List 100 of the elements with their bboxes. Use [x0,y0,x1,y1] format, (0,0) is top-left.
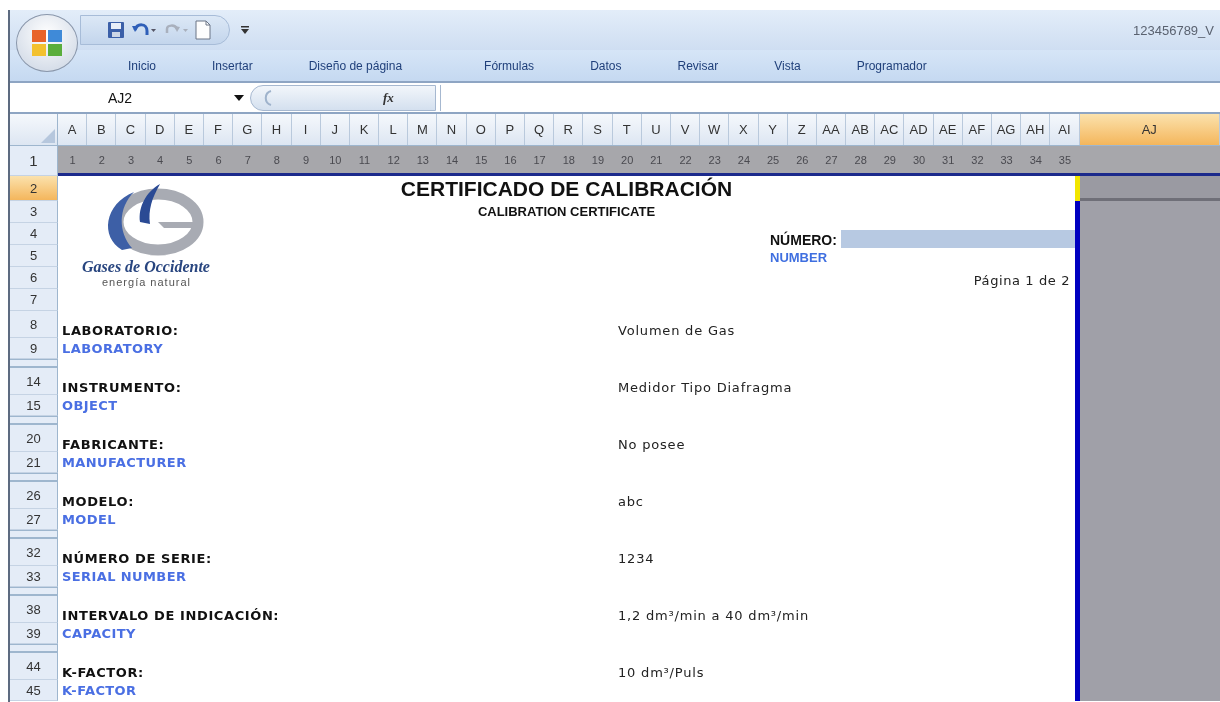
document-icon[interactable] [195,20,211,40]
ribbon-tab[interactable]: Datos [582,56,630,75]
column-header[interactable]: N [437,114,467,145]
insert-function-button[interactable]: fx [383,89,394,106]
field-label: MODELO: [62,494,135,509]
column-header[interactable]: J [320,114,350,145]
row-header[interactable] [10,530,58,539]
column-header[interactable]: F [203,114,234,145]
ruler-number: 12 [386,153,401,166]
column-header[interactable]: T [612,114,642,145]
number-field[interactable] [840,230,1075,248]
column-header[interactable]: C [116,114,146,145]
field-label-english: LABORATORY [62,341,163,356]
pane-split-bar[interactable] [1080,176,1220,201]
row-header[interactable]: 4 [10,223,58,245]
row-header[interactable]: 8 [10,311,58,338]
column-header[interactable]: M [408,114,438,145]
column-header[interactable]: E [174,114,204,145]
name-box[interactable]: AJ2 [10,85,250,110]
column-header[interactable]: AH [1021,114,1051,145]
column-header[interactable]: U [641,114,671,145]
row-header[interactable]: 6 [10,267,58,289]
row-header[interactable]: 33 [10,566,58,587]
ruler-number: 5 [185,153,194,166]
column-header[interactable]: AD [904,114,934,145]
column-header[interactable]: AF [962,114,992,145]
row-header[interactable]: 38 [10,596,58,623]
ruler-number: 20 [620,153,635,166]
column-header[interactable]: AI [1050,114,1080,145]
ruler-number: 19 [590,153,606,166]
row-header[interactable] [10,416,58,425]
column-header[interactable]: K [349,114,380,145]
row-header[interactable]: 45 [10,680,58,701]
row-header[interactable] [10,587,58,596]
row-header[interactable]: 15 [10,395,58,416]
column-header[interactable]: X [729,114,759,145]
column-header[interactable]: P [495,114,525,145]
row-header[interactable]: 27 [10,509,58,530]
row-header[interactable]: 2 [10,176,58,201]
ribbon-tab[interactable]: Fórmulas [476,56,543,75]
caret-icon[interactable] [234,94,244,101]
field-value: 1234 [618,551,655,566]
certificate-title: CERTIFICADO DE CALIBRACIÓN [400,176,733,201]
column-header[interactable]: AG [992,114,1022,145]
column-header[interactable]: Y [758,114,788,145]
column-header[interactable]: S [583,114,613,145]
ribbon-tab[interactable]: Inicio [120,56,164,75]
column-header[interactable]: AJ [1079,114,1220,145]
column-header[interactable]: D [145,114,175,145]
row-header[interactable]: 7 [10,289,58,311]
row-header[interactable]: 32 [10,539,58,566]
row-header[interactable]: 5 [10,245,58,267]
row-header[interactable]: 1 [10,146,58,176]
ribbon-tab[interactable]: Revisar [669,56,727,75]
column-header[interactable]: B [87,114,117,145]
row-header[interactable]: 21 [10,452,58,473]
ruler-number: 25 [765,153,781,166]
column-header[interactable]: G [233,114,263,145]
row-header[interactable]: 3 [10,201,58,223]
ruler-number: 21 [649,153,664,166]
column-header[interactable]: O [466,114,496,145]
ruler-number: 18 [561,153,576,166]
ribbon-tab[interactable]: Diseño de página [300,56,411,75]
ruler-number: 33 [999,153,1014,166]
row-header[interactable]: 20 [10,425,58,452]
ruler-number: 31 [941,153,956,166]
column-header[interactable]: AC [875,114,905,145]
row-header[interactable] [10,473,58,482]
ruler-number: 26 [795,153,810,166]
column-header[interactable]: Z [787,114,817,145]
column-header[interactable]: Q [525,114,555,145]
save-icon[interactable] [107,21,125,39]
ruler-number: 17 [532,153,547,166]
column-header[interactable]: H [262,114,292,145]
column-header[interactable]: A [58,114,88,145]
column-header[interactable]: R [554,114,584,145]
ruler-number: 2 [97,153,106,166]
ribbon-tab[interactable]: Insertar [204,56,261,75]
column-header[interactable]: L [379,114,409,145]
ribbon-tab[interactable]: Vista [766,56,809,75]
row-header[interactable]: 9 [10,338,58,359]
ruler-number: 32 [970,153,985,166]
ruler-number: 34 [1028,153,1043,166]
squares-logo-icon [30,28,64,58]
row-header[interactable] [10,359,58,368]
ruler-number: 4 [156,153,165,166]
row-header[interactable]: 26 [10,482,58,509]
column-header[interactable]: V [670,114,701,145]
column-header[interactable]: I [291,114,321,145]
column-header[interactable]: W [700,114,730,145]
row-header[interactable]: 39 [10,623,58,644]
column-header[interactable]: AB [846,114,876,145]
column-header[interactable]: AE [933,114,963,145]
ribbon-tab[interactable]: Programador [848,56,935,75]
row-header[interactable]: 14 [10,368,58,395]
ruler-number: 7 [243,153,252,166]
customize-icon[interactable] [240,25,250,35]
row-header[interactable] [10,644,58,653]
row-header[interactable]: 44 [10,653,58,680]
column-header[interactable]: AA [816,114,847,145]
